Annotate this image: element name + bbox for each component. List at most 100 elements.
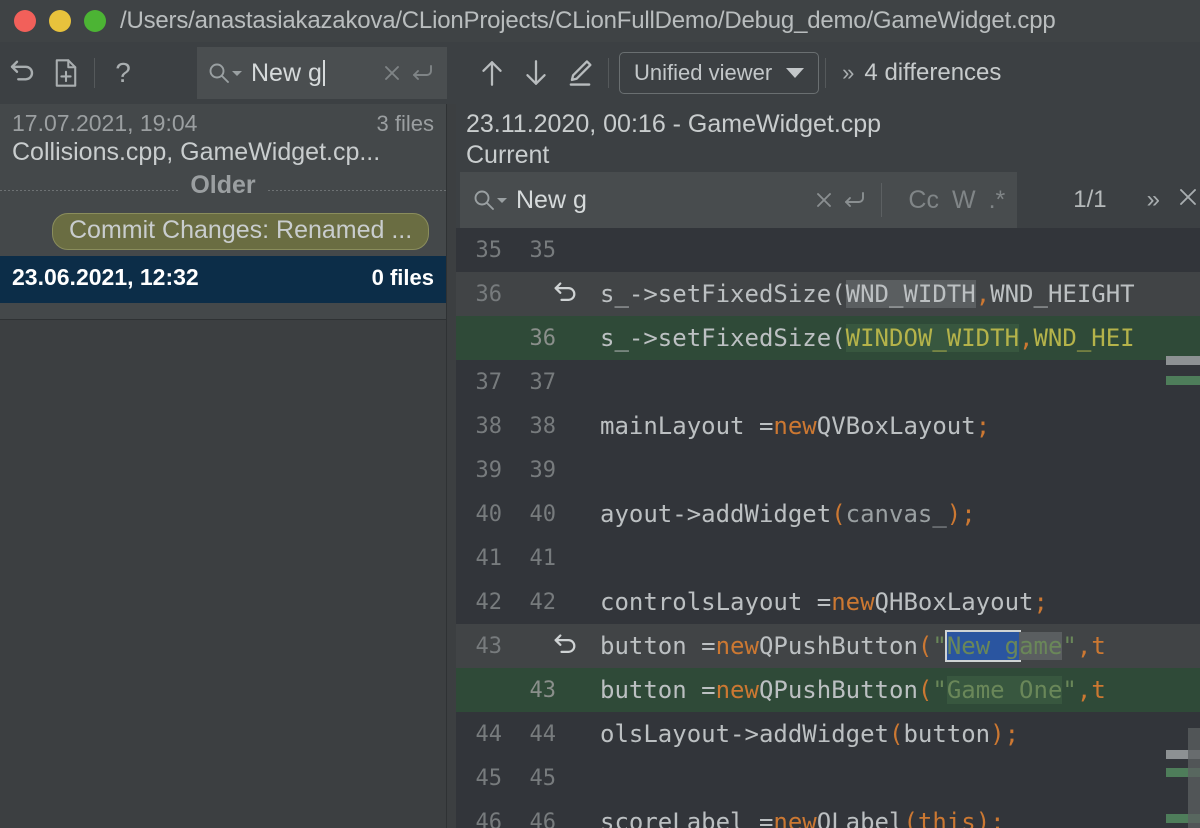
diff-line-row[interactable]: 45 45 bbox=[456, 756, 1200, 800]
diff-current-label: Current bbox=[466, 141, 550, 169]
left-search-box[interactable]: New g bbox=[197, 47, 447, 99]
arrow-up-icon bbox=[479, 58, 505, 88]
chevron-double-right-icon[interactable]: » bbox=[842, 60, 854, 86]
next-difference-button[interactable] bbox=[514, 51, 558, 95]
diff-line-row[interactable]: 39 39 bbox=[456, 448, 1200, 492]
close-find-bar-button[interactable] bbox=[1176, 185, 1200, 216]
revision-list-item-selected[interactable]: 23.06.2021, 12:32 0 files bbox=[0, 256, 446, 303]
show-diff-button[interactable] bbox=[44, 51, 88, 95]
close-window-button[interactable] bbox=[14, 10, 36, 32]
diff-line-row[interactable]: 35 35 bbox=[456, 228, 1200, 272]
diff-line-text: ayout->addWidget(canvas_); bbox=[592, 492, 1200, 536]
window-title-path: /Users/anastasiakazakova/CLionProjects/C… bbox=[120, 7, 1056, 34]
new-line-number: 44 bbox=[529, 721, 557, 747]
regex-toggle[interactable]: .* bbox=[989, 186, 1006, 215]
whole-words-toggle[interactable]: W bbox=[952, 186, 976, 215]
toolbar-divider bbox=[94, 58, 95, 88]
code-token: QPushButton bbox=[758, 676, 918, 704]
diff-line-text: s_->setFixedSize(WINDOW_WIDTH, WND_HEI bbox=[592, 316, 1200, 360]
diff-line-row[interactable]: 41 41 bbox=[456, 536, 1200, 580]
code-token: ( bbox=[888, 720, 904, 748]
new-line-number: 41 bbox=[529, 545, 557, 571]
match-case-toggle[interactable]: Cc bbox=[908, 186, 939, 215]
line-number-gutter: 40 40 bbox=[456, 492, 592, 536]
diff-find-bar: New g Cc W .* 1/1 » bbox=[460, 172, 1200, 228]
new-line-number: 39 bbox=[529, 457, 557, 483]
diff-revision-title: 23.11.2020, 00:16 - GameWidget.cpp bbox=[466, 110, 882, 138]
clear-find-button[interactable] bbox=[809, 185, 839, 215]
old-line-number: 40 bbox=[475, 501, 503, 527]
diff-line-row[interactable]: 42 42 controlsLayout = new QHBoxLayout; bbox=[456, 580, 1200, 624]
revision-date: 17.07.2021, 19:04 bbox=[12, 110, 198, 136]
code-token: new bbox=[773, 808, 817, 828]
text-cursor bbox=[322, 60, 325, 86]
revisions-sidebar: 17.07.2021, 19:04 3 files Collisions.cpp… bbox=[0, 104, 447, 320]
diff-line-row[interactable]: 44 44 olsLayout->addWidget(button); bbox=[456, 712, 1200, 756]
chevron-double-right-icon[interactable]: » bbox=[1147, 186, 1160, 214]
help-button[interactable]: ? bbox=[101, 51, 145, 95]
diff-line-row[interactable]: 43 button = new QPushButton(" New g ame ", t bbox=[456, 624, 1200, 668]
selected-revision-meta: 23.06.2021, 12:32 0 files bbox=[12, 264, 434, 291]
commit-changes-pill[interactable]: Commit Changes: Renamed ... bbox=[52, 213, 430, 250]
revert-icon[interactable] bbox=[550, 632, 580, 666]
search-icon bbox=[207, 61, 231, 85]
differences-count-label: 4 differences bbox=[864, 59, 1002, 86]
code-token: WND_HEIGHT bbox=[990, 280, 1135, 308]
diff-line-row[interactable]: 46 46 scoreLabel = new QLabel(this); bbox=[456, 800, 1200, 828]
code-token: , bbox=[1076, 632, 1092, 660]
code-token: button bbox=[903, 720, 991, 748]
diff-find-field[interactable]: New g Cc W .* bbox=[460, 172, 1018, 228]
viewer-mode-label: Unified viewer bbox=[634, 60, 773, 85]
code-token: , bbox=[1019, 324, 1034, 352]
previous-difference-button[interactable] bbox=[470, 51, 514, 95]
revision-list-item[interactable]: 17.07.2021, 19:04 3 files Collisions.cpp… bbox=[0, 104, 446, 167]
diff-line-row[interactable]: 36 s_->setFixedSize(WINDOW_WIDTH, WND_HEI bbox=[456, 316, 1200, 360]
code-token: new bbox=[715, 632, 759, 660]
diff-line-row[interactable]: 36 s_->setFixedSize(WND_WIDTH, WND_HEIGHT bbox=[456, 272, 1200, 316]
code-token: Game One bbox=[946, 676, 1063, 704]
line-number-gutter: 35 35 bbox=[456, 228, 592, 272]
code-token: ( bbox=[831, 500, 846, 528]
clear-search-button[interactable] bbox=[377, 58, 407, 88]
diff-toolbar: Unified viewer » 4 differences bbox=[456, 42, 1200, 104]
diff-line-row[interactable]: 37 37 bbox=[456, 360, 1200, 404]
diff-toolbar-divider bbox=[608, 58, 609, 88]
line-number-gutter: 42 42 bbox=[456, 580, 592, 624]
diff-line-row[interactable]: 38 38 mainLayout = new QVBoxLayout; bbox=[456, 404, 1200, 448]
code-token: controlsLayout = bbox=[600, 588, 832, 616]
scrollbar-thumb[interactable] bbox=[1188, 728, 1200, 828]
search-history-icon[interactable] bbox=[407, 58, 437, 88]
line-number-gutter: 43 bbox=[456, 624, 592, 668]
diff-find-input[interactable]: New g bbox=[516, 186, 587, 215]
edit-button[interactable] bbox=[558, 51, 602, 95]
new-line-number: 40 bbox=[529, 501, 557, 527]
diff-line-text: mainLayout = new QVBoxLayout; bbox=[592, 404, 1200, 448]
code-token: " bbox=[1062, 632, 1077, 660]
search-dropdown-icon[interactable] bbox=[232, 70, 242, 76]
code-token: mainLayout = bbox=[600, 412, 774, 440]
code-token: s_->setFixedSize( bbox=[600, 324, 846, 352]
code-token: WND_WIDTH bbox=[845, 280, 976, 308]
diff-code-area[interactable]: 35 35 36 s_->setFixedSize(WND_WIDTH, WND_HE… bbox=[456, 228, 1200, 828]
search-dropdown-icon[interactable] bbox=[497, 197, 507, 203]
diff-scrollbar[interactable] bbox=[1188, 228, 1200, 828]
code-token: QPushButton bbox=[758, 632, 918, 660]
viewer-mode-select[interactable]: Unified viewer bbox=[619, 52, 820, 94]
minimize-window-button[interactable] bbox=[49, 10, 71, 32]
diff-line-row[interactable]: 43 button = new QPushButton(" Game One ", t bbox=[456, 668, 1200, 712]
revert-icon[interactable] bbox=[550, 280, 580, 314]
new-line-number: 45 bbox=[529, 765, 557, 791]
search-input[interactable]: New g bbox=[251, 59, 322, 88]
new-line-number: 43 bbox=[529, 677, 557, 703]
pencil-icon bbox=[566, 58, 594, 88]
diff-line-text bbox=[592, 228, 1200, 272]
diff-line-row[interactable]: 40 40 ayout->addWidget(canvas_); bbox=[456, 492, 1200, 536]
code-token: ; bbox=[1004, 720, 1020, 748]
find-history-icon[interactable] bbox=[839, 185, 869, 215]
revert-button[interactable] bbox=[0, 51, 44, 95]
code-token: WINDOW_WIDTH bbox=[845, 324, 1020, 352]
line-number-gutter: 46 46 bbox=[456, 800, 592, 828]
find-options: Cc W .* bbox=[908, 186, 1005, 215]
revision-group-label: Older bbox=[178, 171, 268, 200]
maximize-window-button[interactable] bbox=[84, 10, 106, 32]
